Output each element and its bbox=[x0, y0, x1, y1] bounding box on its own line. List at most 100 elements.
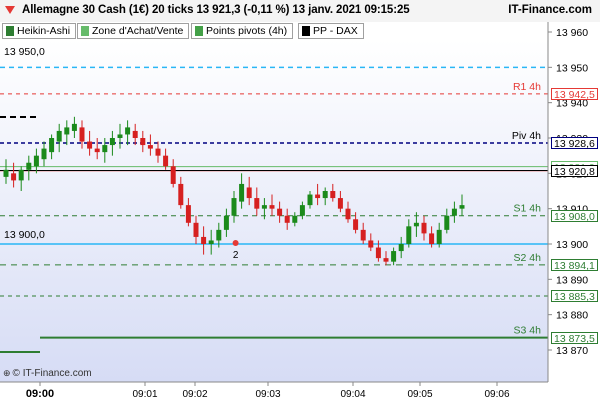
candle-body bbox=[299, 205, 305, 216]
candle-body bbox=[277, 208, 283, 216]
buy-sell-zone-swatch-icon bbox=[81, 26, 89, 36]
candle-body bbox=[330, 191, 336, 199]
pp-dax-button[interactable]: PP - DAX bbox=[298, 23, 364, 39]
candle-body bbox=[216, 229, 222, 241]
x-tick-label: 09:06 bbox=[484, 389, 509, 400]
copyright-text: © IT-Finance.com bbox=[12, 368, 92, 379]
price-tag: 13 942,5 bbox=[551, 87, 598, 101]
candle-body bbox=[41, 148, 47, 160]
candle-body bbox=[307, 194, 313, 206]
candle-body bbox=[155, 148, 161, 156]
candle-body bbox=[56, 130, 62, 142]
candle-body bbox=[375, 247, 381, 259]
candle-body bbox=[94, 148, 100, 153]
title-bar: Allemagne 30 Cash (1€) 20 ticks 13 921,3… bbox=[0, 0, 600, 22]
pp-dax-label: PP - DAX bbox=[313, 25, 358, 37]
x-tick-label: 09:00 bbox=[26, 388, 54, 400]
chart-window: R1 4h Piv 4h S1 4h S2 4h S3 4h 2 13 960 13 95… bbox=[0, 0, 600, 400]
candle-body bbox=[125, 127, 131, 135]
pivot-level-name: S1 4h bbox=[514, 203, 542, 215]
candle-body bbox=[284, 215, 290, 223]
candle-body bbox=[254, 198, 260, 209]
price-chart: R1 4h Piv 4h S1 4h S2 4h S3 4h 2 13 960 13 95… bbox=[0, 22, 600, 400]
pivot-level-name: S3 4h bbox=[514, 325, 542, 337]
pivot-points-button[interactable]: Points pivots (4h) bbox=[191, 23, 294, 39]
candle-body bbox=[239, 183, 245, 202]
pivot-level-name: R1 4h bbox=[513, 81, 541, 93]
candle-body bbox=[71, 123, 77, 131]
candle-body bbox=[322, 191, 328, 199]
candle-body bbox=[223, 215, 229, 230]
candle-body bbox=[170, 166, 176, 184]
candle-body bbox=[33, 155, 39, 167]
candle-body bbox=[269, 205, 275, 209]
candle-body bbox=[337, 198, 343, 209]
plot-background bbox=[0, 40, 548, 382]
candle-body bbox=[117, 134, 123, 138]
candle-body bbox=[3, 169, 9, 177]
price-tag: 13 920,8 bbox=[551, 164, 598, 178]
y-tick-label: 13 900 bbox=[556, 239, 588, 251]
candle-body bbox=[64, 127, 70, 135]
y-tick-label: 13 880 bbox=[556, 310, 588, 322]
buy-sell-zone-button[interactable]: Zone d'Achat/Vente bbox=[77, 23, 190, 39]
heikin-ashi-label: Heikin-Ashi bbox=[17, 25, 71, 37]
candle-body bbox=[246, 187, 252, 199]
candle-body bbox=[413, 222, 419, 227]
brand-name: IT-Finance.com bbox=[508, 4, 592, 16]
pivot-level-name: S2 4h bbox=[514, 252, 542, 264]
x-tick-label: 09:04 bbox=[340, 389, 365, 400]
left-level-label-13900: 13 900,0 bbox=[4, 229, 45, 241]
candle-body bbox=[345, 208, 351, 220]
candle-body bbox=[18, 169, 24, 181]
indicator-toolbar: Heikin-Ashi Zone d'Achat/Vente Points pi… bbox=[0, 22, 548, 40]
candle-body bbox=[315, 194, 321, 199]
candle-body bbox=[436, 229, 442, 244]
x-tick-label: 09:02 bbox=[182, 389, 207, 400]
candle-body bbox=[132, 130, 138, 138]
y-tick-label: 13 960 bbox=[556, 27, 588, 39]
price-tag: 13 873,5 bbox=[551, 331, 598, 345]
signal-marker-label: 2 bbox=[233, 250, 239, 261]
buy-sell-zone-label: Zone d'Achat/Vente bbox=[92, 25, 184, 37]
pivot-level-name: Piv 4h bbox=[512, 130, 541, 142]
candle-body bbox=[49, 138, 55, 153]
price-tag: 13 885,3 bbox=[551, 289, 598, 303]
down-arrow-icon bbox=[5, 6, 15, 14]
candle-body bbox=[459, 205, 465, 209]
candle-body bbox=[451, 208, 457, 216]
candle-body bbox=[391, 251, 397, 262]
copyright-icon: ⊕ bbox=[3, 368, 11, 378]
candle-body bbox=[178, 183, 184, 206]
heikin-ashi-button[interactable]: Heikin-Ashi bbox=[2, 23, 77, 39]
candle-body bbox=[383, 258, 389, 262]
y-tick-label: 13 870 bbox=[556, 345, 588, 357]
candle-body bbox=[140, 138, 146, 146]
candle-body bbox=[231, 198, 237, 216]
candle-body bbox=[208, 240, 214, 244]
candle-body bbox=[11, 173, 17, 181]
candle-body bbox=[368, 240, 374, 248]
candle-body bbox=[360, 229, 366, 241]
copyright-footer: ⊕ © IT-Finance.com bbox=[3, 368, 92, 379]
candle-body bbox=[353, 219, 359, 230]
x-tick-label: 09:01 bbox=[132, 389, 157, 400]
candle-body bbox=[109, 138, 115, 146]
candle-body bbox=[26, 162, 32, 170]
pivot-points-label: Points pivots (4h) bbox=[206, 25, 288, 37]
signal-marker bbox=[232, 240, 239, 246]
candle-body bbox=[406, 226, 412, 244]
candle-body bbox=[147, 145, 153, 149]
candle-body bbox=[163, 155, 169, 167]
y-tick-label: 13 890 bbox=[556, 274, 588, 286]
candle-body bbox=[185, 205, 191, 223]
candle-body bbox=[421, 222, 427, 234]
candle-body bbox=[261, 205, 267, 209]
price-tag: 13 894,1 bbox=[551, 258, 598, 272]
candle-body bbox=[87, 141, 93, 149]
candle-body bbox=[398, 244, 404, 252]
x-tick-label: 09:05 bbox=[407, 389, 432, 400]
candle-body bbox=[102, 145, 108, 153]
instrument-title: Allemagne 30 Cash (1€) 20 ticks 13 921,3… bbox=[22, 4, 410, 16]
left-level-label-13950: 13 950,0 bbox=[4, 46, 45, 58]
